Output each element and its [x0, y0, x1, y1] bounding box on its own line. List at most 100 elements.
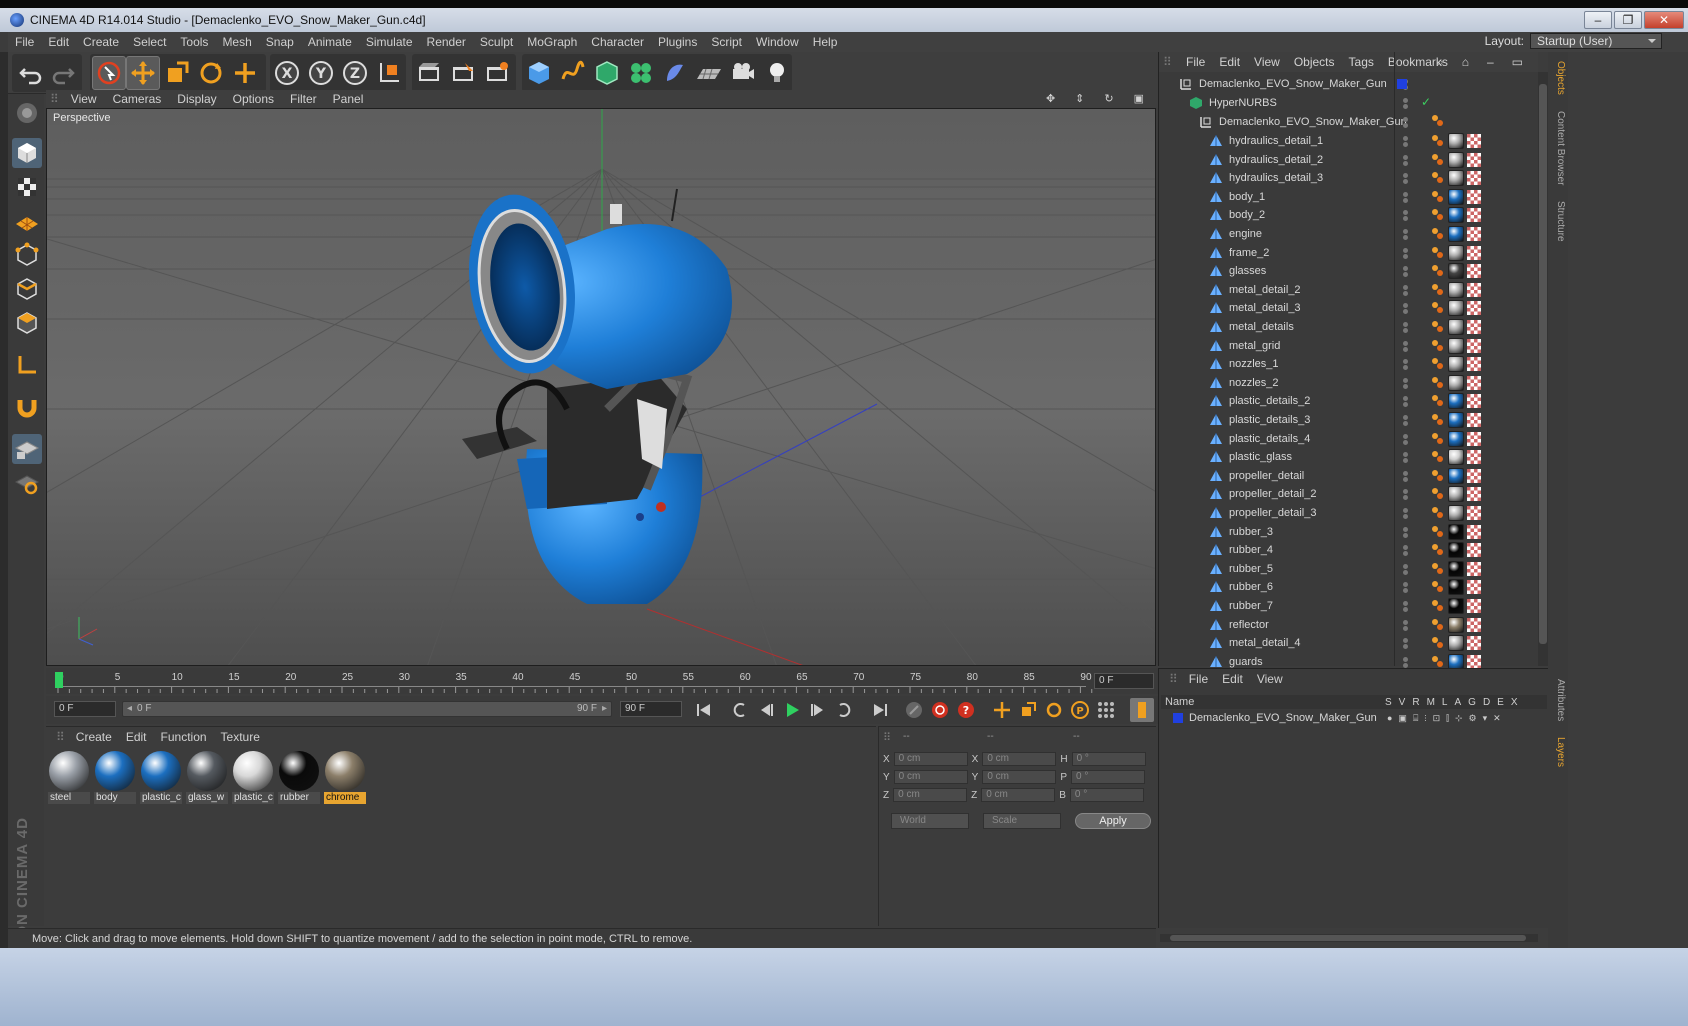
spline-icon[interactable]	[556, 56, 590, 90]
texture-tag-icon[interactable]	[1467, 431, 1481, 446]
viewport-zoom-icon[interactable]: ⇕	[1067, 92, 1092, 105]
timeline-ruler[interactable]: 051015202530354045505560657075808590 0 F	[46, 668, 1158, 694]
camera-icon[interactable]	[726, 56, 760, 90]
start-frame-field[interactable]: 0 F	[54, 701, 116, 717]
next-key-icon[interactable]	[832, 698, 856, 722]
visibility-dots[interactable]	[1403, 340, 1409, 352]
phong-tag-icon[interactable]	[1431, 487, 1445, 501]
material-tag-icon[interactable]	[1448, 319, 1464, 335]
deformer-icon[interactable]	[658, 56, 692, 90]
material-swatch[interactable]: plastic_c	[232, 751, 274, 807]
material-tag-icon[interactable]	[1448, 486, 1464, 503]
enabled-check-icon[interactable]: ✓	[1421, 95, 1431, 109]
phong-tag-icon[interactable]	[1431, 283, 1445, 297]
object-row[interactable]: rubber_7	[1159, 597, 1539, 615]
make-editable-icon[interactable]	[12, 98, 42, 128]
live-select-icon[interactable]	[92, 56, 126, 90]
autokey-icon[interactable]: ?	[954, 698, 978, 722]
visibility-dots[interactable]	[1403, 415, 1409, 426]
material-tag-icon[interactable]	[1448, 598, 1464, 614]
rotate-tool-icon[interactable]	[194, 56, 228, 90]
material-tag-icon[interactable]	[1448, 151, 1464, 168]
material-tag-icon[interactable]	[1448, 449, 1464, 466]
mograph-cloner-icon[interactable]	[624, 56, 658, 90]
menu-render[interactable]: Render	[420, 35, 473, 49]
material-swatch[interactable]: glass_w	[186, 751, 228, 807]
texture-tag-icon[interactable]	[1467, 134, 1481, 148]
texture-mode-icon[interactable]	[12, 172, 42, 202]
object-row[interactable]: reflector	[1159, 616, 1539, 634]
visibility-dots[interactable]	[1403, 191, 1409, 203]
object-row[interactable]: plastic_details_4	[1159, 430, 1539, 448]
layer-column-header[interactable]: D	[1483, 697, 1490, 708]
object-row[interactable]: frame_2	[1159, 244, 1539, 262]
previous-key-icon[interactable]	[728, 698, 752, 722]
floor-icon[interactable]	[692, 56, 726, 90]
visibility-dots[interactable]	[1403, 173, 1409, 185]
record-position-icon[interactable]	[902, 698, 926, 722]
visibility-dots[interactable]	[1403, 359, 1409, 371]
layer-flags[interactable]: ●▣⌸⫶⊡⫿⊹⚙▾✕	[1387, 713, 1507, 724]
phong-tag-icon[interactable]	[1431, 320, 1445, 334]
coordinate-mode-dropdown[interactable]: World	[891, 813, 969, 829]
texture-tag-icon[interactable]	[1467, 468, 1481, 483]
object-row[interactable]: metal_detail_2	[1159, 281, 1539, 299]
visibility-dots[interactable]	[1403, 117, 1409, 128]
texture-tag-icon[interactable]	[1467, 636, 1481, 651]
menu-help[interactable]: Help	[806, 35, 845, 49]
viewport-menu-panel[interactable]: Panel	[325, 92, 372, 106]
visibility-dots[interactable]	[1403, 396, 1409, 408]
go-to-start-icon[interactable]	[692, 698, 716, 722]
material-tag-icon[interactable]	[1448, 207, 1464, 224]
material-swatch[interactable]: body	[94, 751, 136, 807]
material-tag-icon[interactable]	[1448, 635, 1464, 652]
key-move-icon[interactable]	[990, 698, 1014, 722]
menu-mesh[interactable]: Mesh	[215, 35, 258, 49]
model-mode-icon[interactable]	[12, 138, 42, 168]
panel-options-icon[interactable]: ▭	[1505, 55, 1530, 70]
texture-tag-icon[interactable]	[1467, 654, 1481, 669]
visibility-dots[interactable]	[1403, 322, 1409, 333]
material-tag-icon[interactable]	[1448, 356, 1464, 373]
viewport-layout-icon[interactable]: ▣	[1126, 92, 1152, 105]
layout-dropdown[interactable]: Startup (User)	[1530, 33, 1662, 49]
visibility-dots[interactable]	[1403, 526, 1409, 538]
material-tag-icon[interactable]	[1448, 374, 1464, 391]
material-tag-icon[interactable]	[1448, 542, 1464, 559]
play-icon[interactable]	[780, 698, 804, 722]
render-picture-viewer-icon[interactable]	[446, 56, 480, 90]
texture-tag-icon[interactable]	[1467, 245, 1481, 260]
visibility-dots[interactable]	[1403, 638, 1409, 650]
material-swatch[interactable]: plastic_c	[140, 751, 182, 807]
phong-tag-icon[interactable]	[1431, 525, 1445, 539]
layer-column-header[interactable]: X	[1511, 697, 1518, 708]
phong-tag-icon[interactable]	[1431, 506, 1445, 520]
visibility-dots[interactable]	[1403, 452, 1409, 464]
coordinate-field[interactable]: 0 cm	[981, 788, 1056, 802]
snap-magnet-icon[interactable]	[12, 392, 42, 422]
layer-column-header[interactable]: S	[1385, 697, 1392, 708]
perspective-viewport[interactable]: Perspective	[46, 108, 1156, 666]
phong-tag-icon[interactable]	[1431, 394, 1445, 408]
next-frame-icon[interactable]	[806, 698, 830, 722]
texture-tag-icon[interactable]	[1467, 338, 1481, 353]
visibility-dots[interactable]	[1403, 489, 1409, 501]
record-active-icon[interactable]	[928, 698, 952, 722]
end-frame-field[interactable]: 90 F	[620, 701, 682, 717]
viewport-menu-options[interactable]: Options	[225, 92, 282, 106]
object-row[interactable]: rubber_4	[1159, 541, 1539, 559]
material-swatch[interactable]: chrome	[324, 751, 366, 807]
workplane-icon[interactable]	[12, 206, 42, 236]
visibility-dots[interactable]	[1403, 229, 1409, 240]
phong-tag-icon[interactable]	[1431, 227, 1445, 241]
object-row[interactable]: rubber_5	[1159, 560, 1539, 578]
tab-structure[interactable]: Structure	[1550, 196, 1566, 246]
viewport-menu-view[interactable]: View	[63, 92, 105, 106]
texture-tag-icon[interactable]	[1467, 580, 1481, 595]
layer-column-header[interactable]: A	[1454, 697, 1461, 708]
phong-tag-icon[interactable]	[1431, 432, 1445, 446]
playhead[interactable]	[55, 672, 63, 688]
phong-tag-icon[interactable]	[1431, 450, 1445, 464]
material-tag-icon[interactable]	[1448, 226, 1464, 242]
object-row[interactable]: nozzles_1	[1159, 355, 1539, 373]
